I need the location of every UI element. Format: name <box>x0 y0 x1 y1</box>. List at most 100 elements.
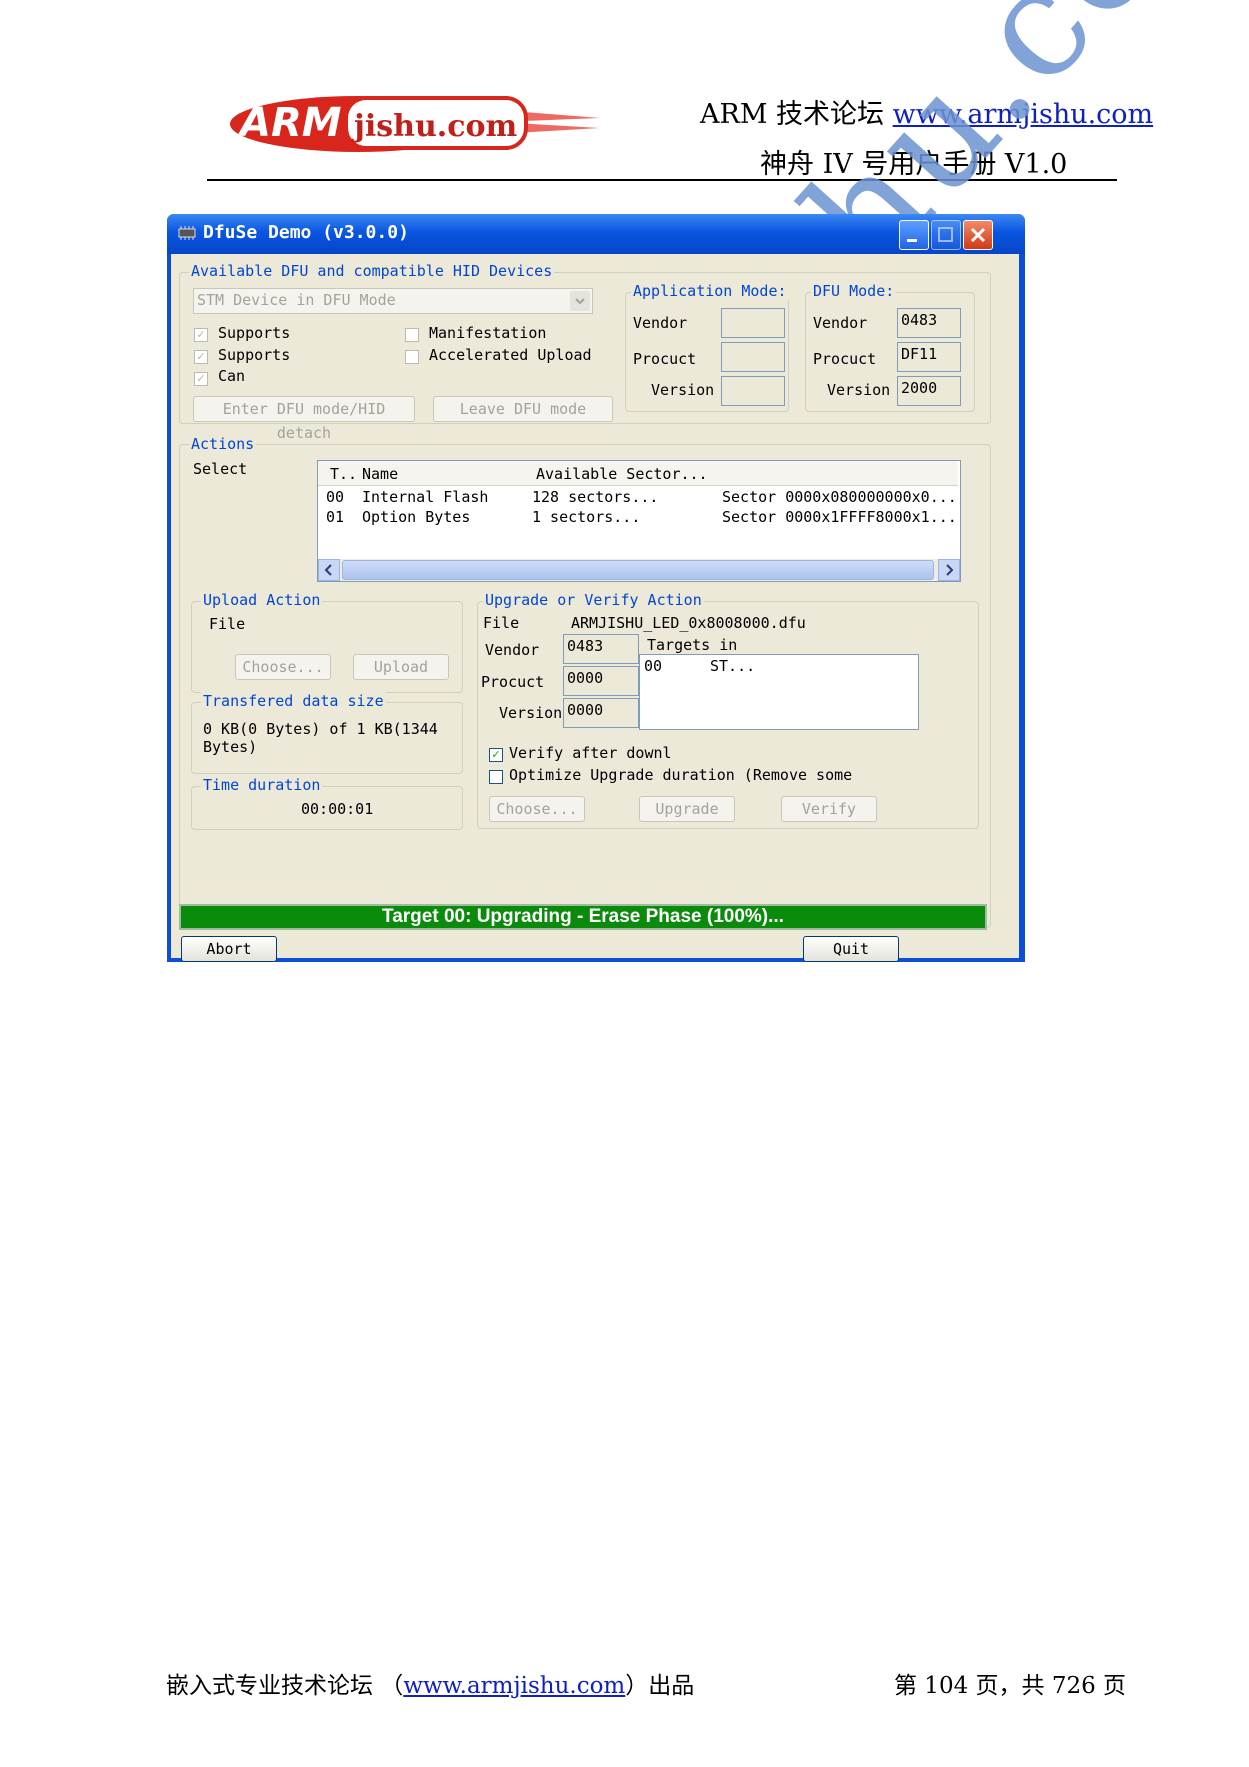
device-select-value: STM Device in DFU Mode <box>197 291 396 309</box>
row-t: 00 <box>326 488 345 506</box>
row-sectors: 1 sectors... <box>532 508 641 526</box>
footer-left: 嵌入式专业技术论坛 （www.armjishu.com）出品 <box>166 1666 694 1700</box>
row-detail: Sector 0000x080000000x0... <box>722 488 957 506</box>
close-button[interactable] <box>963 220 993 250</box>
close-icon <box>970 227 986 243</box>
minimize-button[interactable] <box>899 220 929 250</box>
column-header-sectors[interactable]: Available Sector... <box>536 465 708 483</box>
row-name: Internal Flash <box>362 488 489 506</box>
chip-icon <box>178 226 196 240</box>
upload-choose-button[interactable]: Choose... <box>235 654 331 680</box>
upgrade-product-label: Procuct <box>481 673 545 691</box>
transfer-text: 0 KB(0 Bytes) of 1 KB(1344 Bytes) <box>203 720 438 756</box>
leave-dfu-button[interactable]: Leave DFU mode <box>433 396 613 422</box>
column-header-t[interactable]: T.. <box>330 465 357 483</box>
supports-checkbox-2[interactable]: ✓ <box>194 350 208 364</box>
accelerated-upload-label: Accelerated Upload <box>429 346 592 364</box>
list-item[interactable]: 00 ST... <box>642 657 912 677</box>
row-detail: Sector 0000x1FFFF8000x1... <box>722 508 957 526</box>
list-header: T.. Name Available Sector... <box>318 461 958 486</box>
app-product-label: Procuct <box>633 350 697 368</box>
dfu-version-field: 2000 <box>897 376 961 406</box>
footer-link[interactable]: www.armjishu.com <box>403 1673 625 1699</box>
duration-value: 00:00:01 <box>301 800 374 818</box>
quit-button[interactable]: Quit <box>803 936 899 962</box>
manifestation-label: Manifestation <box>429 324 547 342</box>
upgrade-vendor-field: 0483 <box>563 634 639 664</box>
upgrade-product-field: 0000 <box>563 666 639 696</box>
dfu-product-label: Procuct <box>813 350 877 368</box>
scroll-left-button[interactable] <box>318 559 340 581</box>
upload-title: Upload Action <box>201 591 323 609</box>
svg-text:jishu.com: jishu.com <box>351 109 517 144</box>
verify-after-download-checkbox[interactable]: ✓ <box>489 748 503 762</box>
actions-title: Actions <box>189 435 257 453</box>
transfer-title: Transfered data size <box>201 692 386 710</box>
upgrade-title: Upgrade or Verify Action <box>483 591 704 609</box>
verify-after-download-label: Verify after downl <box>509 744 672 762</box>
upgrade-vendor-label: Vendor <box>485 641 540 659</box>
maximize-icon <box>938 227 953 242</box>
targets-list[interactable]: 00 ST... <box>639 654 919 730</box>
can-checkbox[interactable]: ✓ <box>194 372 208 386</box>
target-id: 00 <box>644 657 663 675</box>
optimize-label: Optimize Upgrade duration (Remove some <box>509 766 853 784</box>
armjishu-logo: ARM jishu.com <box>230 96 600 152</box>
abort-button[interactable]: Abort <box>181 936 277 962</box>
svg-text:ARM: ARM <box>237 100 342 146</box>
dfu-vendor-field: 0483 <box>897 308 961 338</box>
dfuse-window: DfuSe Demo (v3.0.0) Available DFU and co… <box>167 214 1025 962</box>
window-client: Available DFU and compatible HID Devices… <box>171 254 1019 962</box>
maximize-button[interactable] <box>931 220 961 250</box>
title-bar[interactable]: DfuSe Demo (v3.0.0) <box>167 214 1025 254</box>
column-header-name[interactable]: Name <box>362 465 398 483</box>
dfu-product-field: DF11 <box>897 342 961 372</box>
dfu-mode-title: DFU Mode: <box>811 282 897 300</box>
manifestation-checkbox[interactable] <box>405 328 419 342</box>
app-product-field <box>721 342 785 372</box>
footer-prefix: 嵌入式专业技术论坛 （ <box>166 1673 404 1699</box>
enter-dfu-button[interactable]: Enter DFU mode/HID detach <box>193 396 415 442</box>
devices-group-title: Available DFU and compatible HID Devices <box>189 262 555 280</box>
dfu-vendor-label: Vendor <box>813 314 868 332</box>
page-number: 第 104 页，共 726 页 <box>894 1673 1127 1699</box>
window-title: DfuSe Demo (v3.0.0) <box>203 222 409 243</box>
minimize-icon <box>907 239 917 242</box>
device-select[interactable]: STM Device in DFU Mode <box>193 288 593 314</box>
scroll-right-button[interactable] <box>938 559 960 581</box>
app-mode-title: Application Mode: <box>631 282 789 300</box>
supports-label-2: Supports <box>218 346 291 364</box>
duration-title: Time duration <box>201 776 323 794</box>
app-vendor-label: Vendor <box>633 314 688 332</box>
targets-label: Targets in <box>647 636 738 654</box>
list-item[interactable]: 01 Option Bytes 1 sectors... Sector 0000… <box>318 507 958 527</box>
horizontal-scrollbar[interactable] <box>318 559 960 581</box>
target-name: ST... <box>710 657 756 675</box>
chevron-right-icon <box>946 564 954 576</box>
supports-checkbox-1[interactable]: ✓ <box>194 328 208 342</box>
scroll-thumb[interactable] <box>342 560 934 580</box>
progress-bar: Target 00: Upgrading - Erase Phase (100%… <box>179 904 987 930</box>
app-version-field <box>721 376 785 406</box>
upgrade-button[interactable]: Upgrade <box>639 796 735 822</box>
upgrade-version-label: Version <box>499 704 563 722</box>
upload-button[interactable]: Upload <box>353 654 449 680</box>
row-sectors: 128 sectors... <box>532 488 659 506</box>
select-label: Select <box>193 460 248 478</box>
optimize-checkbox[interactable] <box>489 770 503 784</box>
upgrade-version-field: 0000 <box>563 698 639 728</box>
upgrade-choose-button[interactable]: Choose... <box>489 796 585 822</box>
accelerated-upload-checkbox[interactable] <box>405 350 419 364</box>
can-label: Can <box>218 367 246 385</box>
dfu-version-label: Version <box>827 381 891 399</box>
upgrade-file-label: File <box>483 614 520 632</box>
target-list[interactable]: T.. Name Available Sector... 00 Internal… <box>317 460 961 582</box>
upgrade-file-value: ARMJISHU_LED_0x8008000.dfu <box>571 614 806 632</box>
verify-button[interactable]: Verify <box>781 796 877 822</box>
chevron-left-icon <box>324 564 332 576</box>
row-t: 01 <box>326 508 345 526</box>
footer-suffix: ）出品 <box>625 1673 695 1699</box>
list-item[interactable]: 00 Internal Flash 128 sectors... Sector … <box>318 487 958 507</box>
app-version-label: Version <box>651 381 715 399</box>
supports-label-1: Supports <box>218 324 291 342</box>
